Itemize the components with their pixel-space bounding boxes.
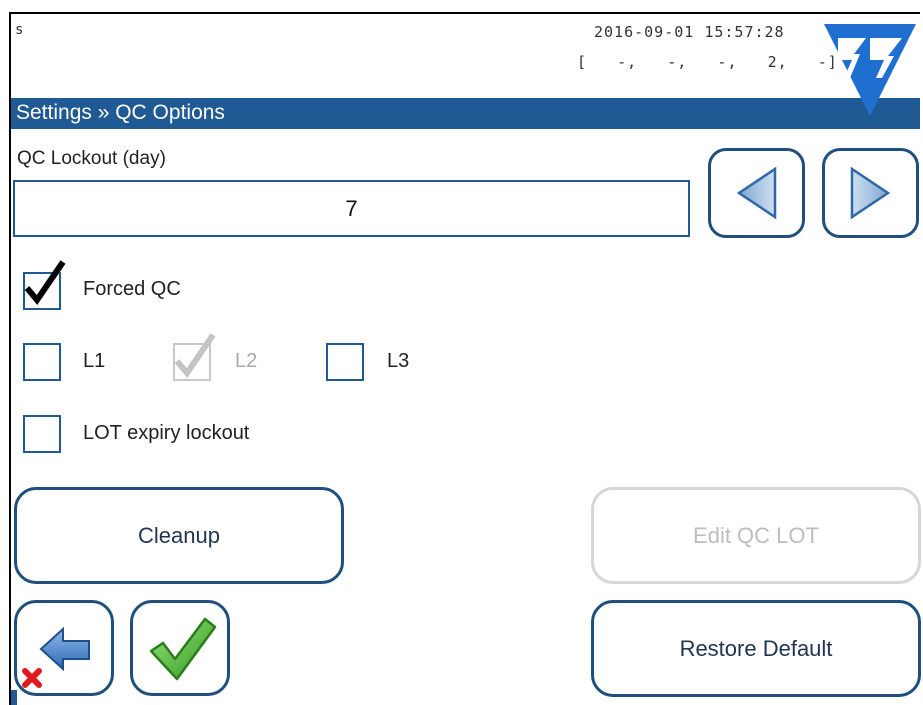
restore-default-button[interactable]: Restore Default xyxy=(591,600,921,697)
edit-qc-lot-label: Edit QC LOT xyxy=(693,523,819,548)
lot-expiry-label: LOT expiry lockout xyxy=(83,422,250,444)
page-title: Settings » QC Options xyxy=(16,101,225,124)
l1-label: L1 xyxy=(83,350,106,372)
cleanup-button[interactable]: Cleanup xyxy=(14,487,344,584)
forced-qc-checkbox[interactable] xyxy=(23,260,66,310)
triangle-left-icon xyxy=(736,166,777,220)
l1-checkbox[interactable] xyxy=(23,343,61,381)
device-frame: s 2016-09-01 15:57:28 [ -, -, -, 2, -] S… xyxy=(0,0,923,705)
l2-label: L2 xyxy=(235,350,258,372)
scroll-indicator xyxy=(11,690,17,705)
lockout-label: QC Lockout (day) xyxy=(17,148,166,169)
forced-qc-label: Forced QC xyxy=(83,278,181,300)
checkmark-icon xyxy=(24,260,66,305)
edit-qc-lot-button[interactable]: Edit QC LOT xyxy=(591,487,921,584)
restore-default-label: Restore Default xyxy=(679,636,833,661)
triangle-right-icon xyxy=(850,166,891,220)
77-logo-icon xyxy=(824,24,916,116)
cleanup-label: Cleanup xyxy=(138,523,220,548)
lockout-value-field[interactable]: 7 xyxy=(13,180,690,237)
back-arrow-cancel-icon xyxy=(22,626,90,688)
increment-button[interactable] xyxy=(822,148,919,238)
decrement-button[interactable] xyxy=(708,148,805,238)
checkmark-icon xyxy=(174,333,216,378)
lot-expiry-checkbox[interactable] xyxy=(23,415,61,453)
status-line: [ -, -, -, 2, -] xyxy=(577,53,838,71)
back-cancel-button[interactable] xyxy=(14,600,114,696)
l3-label: L3 xyxy=(387,350,410,372)
user-indicator: s xyxy=(15,22,24,38)
ok-button[interactable] xyxy=(130,600,230,696)
l3-checkbox[interactable] xyxy=(326,343,364,381)
checkmark-icon xyxy=(149,617,217,681)
datetime: 2016-09-01 15:57:28 xyxy=(594,23,785,41)
l2-checkbox[interactable] xyxy=(173,333,216,381)
